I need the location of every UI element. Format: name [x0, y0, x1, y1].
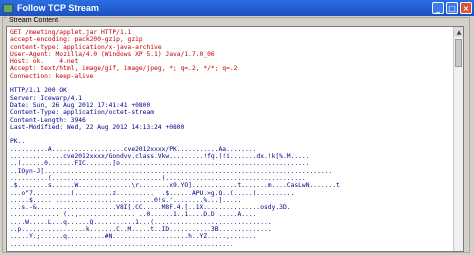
response-line: ..........A...................cve2012xxx… [10, 145, 257, 153]
response-line: ..........(.............................… [10, 174, 306, 182]
response-line: Content-Length: 3946 [10, 116, 86, 124]
stream-text-area[interactable]: GET /meeting/applet.jar HTTP/1.1 accept-e… [6, 26, 464, 252]
response-line: Last-Modified: Wed, 22 Aug 2012 14:13:24… [10, 123, 185, 131]
stream-content-text: GET /meeting/applet.jar HTTP/1.1 accept-e… [10, 29, 451, 248]
scroll-thumb[interactable] [455, 39, 462, 67]
request-line: User-Agent: Mozilla/4.0 (Windows XP 5.1)… [10, 50, 215, 58]
response-line: ...s.-&.....................V8I[.CC.....… [10, 204, 291, 212]
response-line: PK.. [10, 138, 26, 146]
response-line [10, 80, 451, 87]
minimize-button[interactable]: _ [432, 2, 444, 14]
response-line: ..IOyn-J[...............................… [10, 167, 333, 175]
scroll-up-arrow-icon[interactable]: ▲ [454, 27, 463, 37]
stream-content-label: Stream Content [7, 17, 61, 24]
window-controls: _ □ × [432, 2, 472, 14]
response-line: ..p.................k.......C..M.....t..… [10, 226, 272, 234]
response-line: ........................................… [10, 240, 234, 248]
response-line: HTTP/1.1 200 OK [10, 87, 67, 95]
request-line: GET /meeting/applet.jar HTTP/1.1 [10, 29, 132, 36]
response-line: Content-Type: application/octet-stream [10, 109, 155, 117]
response-line: .....$..... ..........................0!… [10, 196, 242, 204]
response-line: Server: Icewarp/4.1 [10, 94, 83, 102]
title-bar: Follow TCP Stream _ □ × [0, 0, 474, 16]
response-line [10, 131, 451, 138]
window-title: Follow TCP Stream [17, 3, 99, 13]
request-line: content-type: application/x-java-archive [10, 43, 162, 51]
response-line: ..............cve2012xxxx/Gondvv.class.V… [10, 153, 310, 161]
request-line: accept-encoding: pack200-gzip, gzip [10, 36, 143, 44]
request-line: Connection: keep-alive [10, 72, 94, 80]
vertical-scrollbar[interactable]: ▲ [453, 27, 463, 251]
response-line: ............. (..,............... ..0...… [10, 211, 257, 219]
request-line: Accept: text/html, image/gif, image/jpeg… [10, 65, 238, 73]
response-line: Date: Sun, 26 Aug 2012 17:41:41 +0800 [10, 101, 151, 109]
wireshark-app-icon [3, 3, 13, 13]
close-button[interactable]: × [460, 2, 472, 14]
maximize-button[interactable]: □ [446, 2, 458, 14]
response-line: .$........s......W..............\r......… [10, 182, 340, 190]
response-line: ..(......0.......FIC.......[o...........… [10, 160, 310, 168]
response-line: ....W.....L...q......Q...........1...(..… [10, 218, 272, 226]
response-line: .....Y.;......q..........#N.............… [10, 233, 257, 241]
response-line: ...o"7..........(..........z.......... .… [10, 189, 295, 197]
request-line: Host: ok. 4.net [10, 58, 79, 66]
